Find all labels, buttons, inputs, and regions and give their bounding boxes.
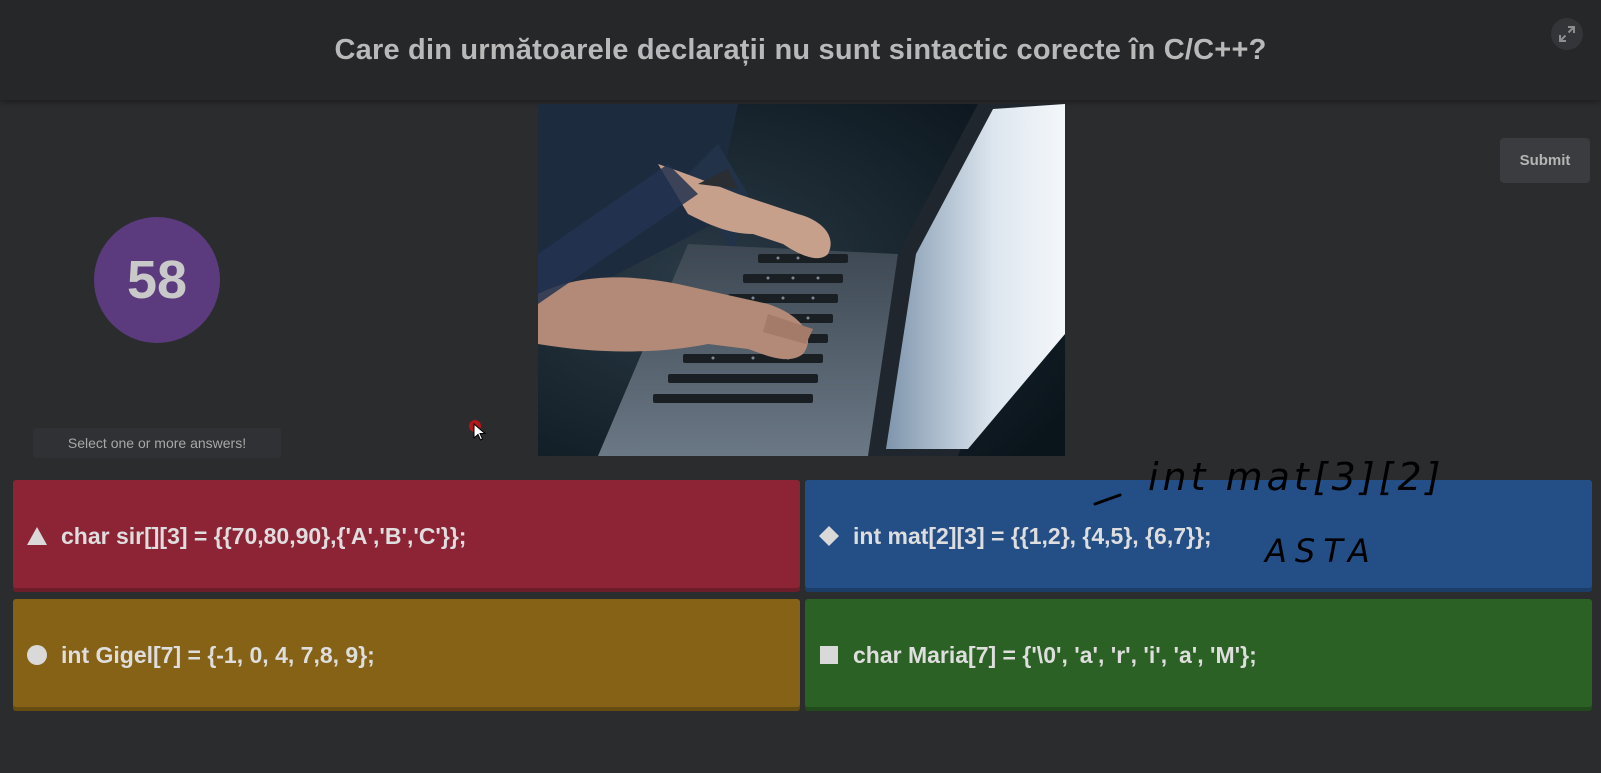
question-image [538,104,1065,456]
expand-icon [1559,26,1575,42]
timer-value: 58 [126,250,188,310]
fullscreen-button[interactable] [1551,18,1583,50]
mouse-pointer-icon [469,420,487,441]
answer-text: char sir[][3] = {{70,80,90},{'A','B','C'… [61,522,467,549]
submit-button[interactable]: Submit [1500,138,1590,183]
answer-option-1[interactable]: char sir[][3] = {{70,80,90},{'A','B','C'… [13,480,800,592]
countdown-timer: 58 [94,217,220,343]
answer-text: char Maria[7] = {'\0', 'a', 'r', 'i', 'a… [853,641,1257,668]
instruction-hint: Select one or more answers! [33,428,281,458]
question-text: Care din următoarele declarații nu sunt … [334,33,1267,66]
diamond-icon [818,525,840,547]
triangle-icon [26,525,48,547]
square-icon [818,644,840,666]
answer-option-4[interactable]: char Maria[7] = {'\0', 'a', 'r', 'i', 'a… [805,599,1592,711]
answer-text: int mat[2][3] = {{1,2}, {4,5}, {6,7}}; [853,522,1212,549]
answer-option-2[interactable]: int mat[2][3] = {{1,2}, {4,5}, {6,7}}; [805,480,1592,592]
answer-option-3[interactable]: int Gigel[7] = {-1, 0, 4, 7,8, 9}; [13,599,800,711]
answer-text: int Gigel[7] = {-1, 0, 4, 7,8, 9}; [61,641,375,668]
circle-icon [26,644,48,666]
